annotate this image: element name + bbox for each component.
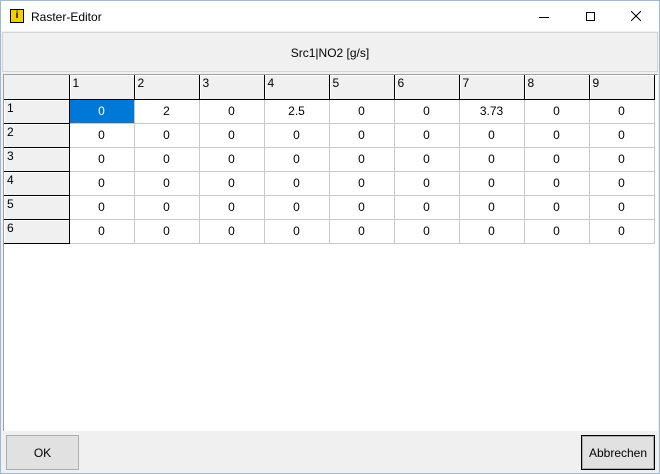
column-header[interactable]: 1: [69, 75, 135, 100]
grid-cell[interactable]: 0: [394, 147, 460, 172]
maximize-icon: [585, 11, 595, 21]
grid-cell[interactable]: 0: [329, 171, 395, 196]
raster-grid: 1 2 3 4 5 6 7 8 9 1 0 2 0 2.5 0 0 3.73 0 0 2 0 0 0 0 0 0 0 0 0 3 0 0 0 0 0…: [4, 75, 655, 244]
grid-cell[interactable]: 0: [134, 147, 200, 172]
grid-cell[interactable]: 0: [524, 195, 590, 220]
grid-cell[interactable]: 0: [524, 147, 590, 172]
grid-cell[interactable]: 0: [199, 123, 265, 148]
grid-cell[interactable]: 0: [459, 123, 525, 148]
grid-cell[interactable]: 0: [394, 219, 460, 244]
grid-cell[interactable]: 0: [589, 219, 655, 244]
grid-cell[interactable]: 0: [459, 171, 525, 196]
close-button[interactable]: [613, 1, 659, 31]
grid-cell[interactable]: 0: [589, 147, 655, 172]
grid-cell[interactable]: 0: [394, 195, 460, 220]
column-header[interactable]: 5: [329, 75, 395, 100]
grid-cell[interactable]: 0: [199, 99, 265, 124]
close-icon: [631, 11, 641, 21]
grid-row: 2000000000: [4, 123, 655, 148]
column-header[interactable]: 6: [394, 75, 460, 100]
grid-cell[interactable]: 0: [524, 123, 590, 148]
column-header-row: 123456789: [4, 75, 655, 100]
grid-cell[interactable]: 0: [589, 99, 655, 124]
raster-grid-area[interactable]: 1 2 3 4 5 6 7 8 9 1 0 2 0 2.5 0 0 3.73 0 0 2 0 0 0 0 0 0 0 0 0 3 0 0 0 0 0…: [3, 74, 658, 431]
grid-cell[interactable]: 0: [524, 171, 590, 196]
grid-cell[interactable]: 0: [134, 171, 200, 196]
row-header[interactable]: 6: [4, 219, 70, 244]
column-header[interactable]: 9: [589, 75, 655, 100]
grid-cell[interactable]: 0: [589, 195, 655, 220]
column-header[interactable]: 4: [264, 75, 330, 100]
grid-cell[interactable]: 0: [459, 195, 525, 220]
grid-cell[interactable]: 0: [134, 219, 200, 244]
grid-cell[interactable]: 0: [329, 147, 395, 172]
grid-cell[interactable]: 0: [69, 147, 135, 172]
grid-cell[interactable]: 0: [199, 147, 265, 172]
grid-caption-bar: Src1|NO2 [g/s]: [2, 32, 658, 72]
grid-cell[interactable]: 0: [329, 195, 395, 220]
grid-cell[interactable]: 0: [264, 171, 330, 196]
grid-cell[interactable]: 0: [199, 195, 265, 220]
grid-cell[interactable]: 0: [69, 99, 135, 124]
grid-cell[interactable]: 0: [394, 99, 460, 124]
grid-cell[interactable]: 0: [524, 219, 590, 244]
grid-row: 5000000000: [4, 195, 655, 220]
grid-cell[interactable]: 0: [329, 123, 395, 148]
grid-cell[interactable]: 0: [589, 171, 655, 196]
ok-button[interactable]: OK: [6, 435, 79, 470]
row-header[interactable]: 1: [4, 99, 70, 124]
grid-cell[interactable]: 0: [459, 219, 525, 244]
grid-cell[interactable]: 0: [134, 123, 200, 148]
grid-cell[interactable]: 0: [264, 219, 330, 244]
grid-cell[interactable]: 0: [134, 195, 200, 220]
row-header[interactable]: 5: [4, 195, 70, 220]
grid-cell[interactable]: 0: [69, 171, 135, 196]
maximize-button[interactable]: [567, 1, 613, 31]
grid-cell[interactable]: 0: [329, 99, 395, 124]
grid-cell[interactable]: 2.5: [264, 99, 330, 124]
grid-row: 4000000000: [4, 171, 655, 196]
grid-cell[interactable]: 0: [264, 123, 330, 148]
grid-cell[interactable]: 0: [199, 171, 265, 196]
grid-caption: Src1|NO2 [g/s]: [290, 46, 370, 60]
row-header[interactable]: 2: [4, 123, 70, 148]
column-header[interactable]: 2: [134, 75, 200, 100]
grid-cell[interactable]: 0: [69, 195, 135, 220]
grid-cell[interactable]: 0: [459, 147, 525, 172]
app-icon: i: [10, 9, 24, 23]
grid-cell[interactable]: 0: [329, 219, 395, 244]
row-header[interactable]: 4: [4, 171, 70, 196]
grid-cell[interactable]: 2: [134, 99, 200, 124]
column-header[interactable]: 7: [459, 75, 525, 100]
grid-cell[interactable]: 0: [394, 123, 460, 148]
grid-row: 6000000000: [4, 219, 655, 244]
column-header[interactable]: 8: [524, 75, 590, 100]
grid-cell[interactable]: 0: [589, 123, 655, 148]
grid-cell[interactable]: 0: [264, 195, 330, 220]
grid-cell[interactable]: 0: [69, 123, 135, 148]
title-bar[interactable]: i Raster-Editor: [1, 1, 659, 31]
grid-row: 3000000000: [4, 147, 655, 172]
grid-corner[interactable]: [4, 75, 70, 100]
grid-cell[interactable]: 3.73: [459, 99, 525, 124]
window-title: Raster-Editor: [31, 10, 102, 24]
row-header[interactable]: 3: [4, 147, 70, 172]
cancel-button[interactable]: Abbrechen: [581, 435, 655, 470]
column-header[interactable]: 3: [199, 75, 265, 100]
raster-editor-window: i Raster-Editor Src1|NO2 [g/s] 123456789…: [0, 0, 660, 474]
grid-cell[interactable]: 0: [199, 219, 265, 244]
grid-cell[interactable]: 0: [524, 99, 590, 124]
minimize-button[interactable]: [521, 1, 567, 31]
grid-cell[interactable]: 0: [69, 219, 135, 244]
grid-row: 1 0 2 0 2.5 0 0 3.73 0 0: [4, 99, 655, 124]
grid-cell[interactable]: 0: [264, 147, 330, 172]
grid-cell[interactable]: 0: [394, 171, 460, 196]
minimize-icon: [539, 16, 549, 18]
